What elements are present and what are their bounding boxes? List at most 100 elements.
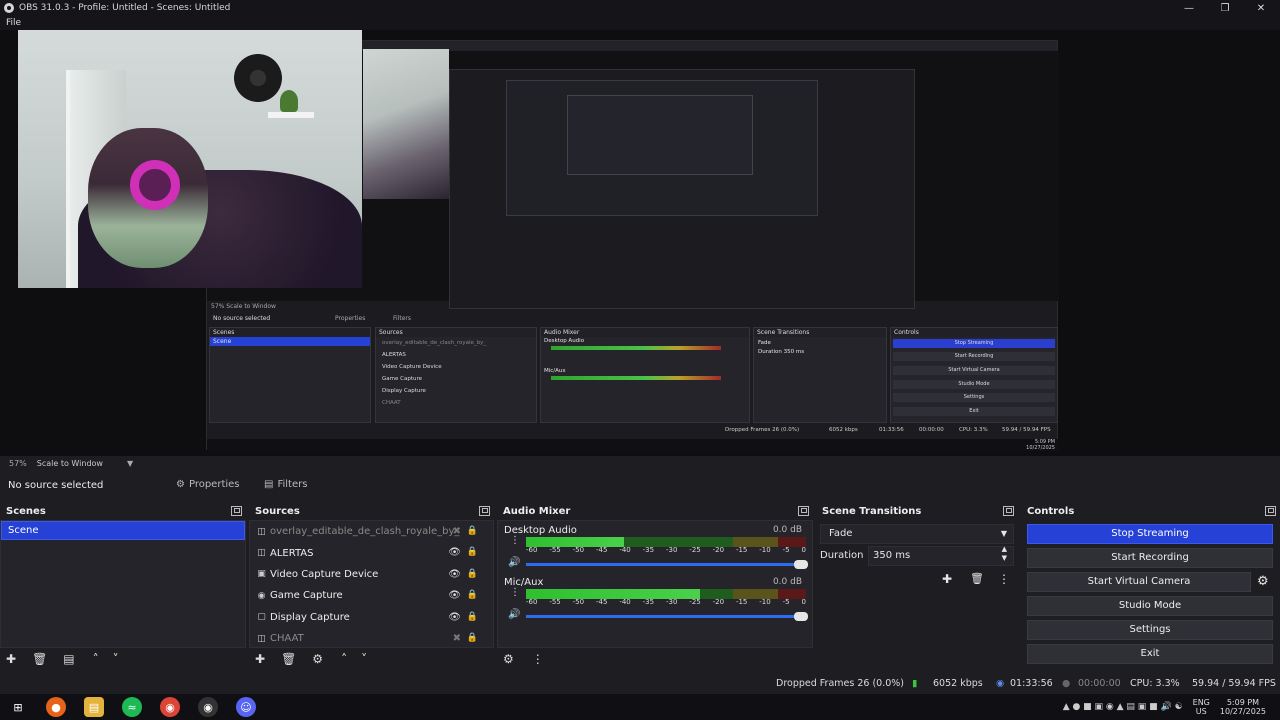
gear-icon[interactable]: ⚙ — [312, 652, 323, 666]
lock-icon[interactable]: 🔒 — [467, 590, 478, 600]
add-icon[interactable]: ✚ — [942, 572, 952, 586]
undock-icon[interactable] — [1003, 506, 1014, 516]
preview-canvas[interactable]: 57% Scale to Window No source selected P… — [0, 30, 1280, 456]
source-item[interactable]: ◉ Game Capture 👁 🔒 — [250, 585, 493, 606]
discord-icon[interactable]: ☺ — [236, 697, 256, 717]
gear-icon[interactable]: ⚙ — [1257, 574, 1269, 589]
chevron-down-icon[interactable]: ▼ — [127, 459, 133, 468]
bitrate: 6052 kbps — [933, 678, 983, 689]
stop-streaming-button[interactable]: Stop Streaming — [1027, 524, 1273, 544]
trash-icon[interactable]: 🗑 — [32, 652, 47, 666]
eye-icon[interactable]: 👁 — [448, 569, 461, 580]
volume-slider[interactable] — [526, 560, 808, 569]
nested-meter — [551, 376, 721, 380]
studio-mode-button[interactable]: Studio Mode — [1027, 596, 1273, 616]
settings-button[interactable]: Settings — [1027, 620, 1273, 640]
file-explorer-icon[interactable]: ▤ — [84, 697, 104, 717]
slider-knob[interactable] — [794, 560, 808, 569]
spin-arrows-icon[interactable]: ▲ ▼ — [1002, 545, 1007, 563]
trash-icon[interactable]: 🗑 — [281, 652, 296, 666]
lock-icon[interactable]: 🔒 — [467, 569, 478, 579]
firefox-icon[interactable]: ● — [46, 697, 66, 717]
eye-hidden-icon[interactable]: ✖ — [453, 633, 461, 644]
speaker-icon[interactable]: 🔊 — [508, 557, 520, 568]
properties-button[interactable]: ⚙ Properties — [176, 479, 240, 490]
spotify-icon[interactable]: ≈ — [122, 697, 142, 717]
eye-icon[interactable]: 👁 — [448, 612, 461, 623]
kebab-menu-icon[interactable]: ⋮ — [510, 535, 520, 546]
scale-mode-dropdown[interactable]: Scale to Window — [37, 459, 103, 468]
gear-icon[interactable]: ⚙ — [503, 652, 514, 666]
eye-icon[interactable]: 👁 — [448, 547, 461, 558]
undock-icon[interactable] — [1265, 506, 1276, 516]
windows-taskbar: ⊞ ● ▤ ≈ ◉ ◉ ☺ ▲ ● ■ ▣ ◉ ▲ ▤ ▣ ■ 🔊 ☯ ENG U… — [0, 694, 1280, 720]
chevron-down-icon[interactable]: ˅ — [361, 652, 367, 666]
eye-icon[interactable]: 👁 — [448, 590, 461, 601]
browser-icon: ◫ — [257, 548, 266, 559]
lock-icon[interactable]: 🔒 — [467, 612, 478, 622]
start-virtual-camera-button[interactable]: Start Virtual Camera — [1027, 572, 1251, 592]
undock-icon[interactable] — [798, 506, 809, 516]
chevron-up-icon[interactable]: ˄ — [93, 652, 99, 666]
source-item[interactable]: ◫ overlay_editable_de_clash_royale_by_ ✖ 🔒 — [250, 521, 493, 542]
source-item[interactable]: ◫ ALERTAS 👁 🔒 — [250, 542, 493, 563]
filters-button[interactable]: ▤ Filters — [264, 479, 307, 490]
stream-time: 01:33:56 — [1010, 678, 1053, 689]
dropped-frames: Dropped Frames 26 (0.0%) — [776, 678, 905, 689]
chevron-down-icon[interactable]: ˅ — [113, 652, 119, 666]
obs-taskbar-icon[interactable]: ◉ — [198, 697, 218, 717]
minimize-button[interactable]: — — [1174, 0, 1204, 16]
trash-icon[interactable]: 🗑 — [970, 572, 984, 585]
source-item[interactable]: ▢ Display Capture 👁 🔒 — [250, 607, 493, 628]
scale-tick: -50 — [572, 546, 585, 554]
signal-icon: ▮ — [912, 678, 918, 689]
kebab-menu-icon[interactable]: ⋮ — [510, 587, 520, 598]
add-icon[interactable]: ✚ — [255, 652, 265, 666]
chrome-icon[interactable]: ◉ — [160, 697, 180, 717]
nested-status: Dropped Frames 26 (0.0%) 6052 kbps 01:33… — [725, 427, 1051, 433]
maximize-button[interactable]: ❐ — [1210, 0, 1240, 16]
kebab-menu-icon[interactable]: ⋮ — [532, 652, 544, 666]
clock[interactable]: 5:09 PM 10/27/2025 — [1220, 698, 1266, 716]
record-time: 00:00:00 — [1078, 678, 1121, 689]
nested-btn: Studio Mode — [893, 380, 1055, 389]
window-title: OBS 31.0.3 - Profile: Untitled - Scenes:… — [19, 3, 231, 13]
record-icon: ● — [1062, 678, 1071, 689]
scale-tick: -35 — [642, 598, 655, 606]
tray-icons[interactable]: ▲ ● ■ ▣ ◉ ▲ ▤ ▣ ■ 🔊 ☯ — [1063, 702, 1183, 712]
scene-item[interactable]: Scene — [1, 521, 245, 540]
duration-spinbox[interactable]: 350 ms ▲ ▼ — [868, 545, 1014, 566]
filter-icon[interactable]: ▤ — [63, 652, 74, 666]
nested-controls-title: Controls — [891, 328, 1057, 337]
exit-button[interactable]: Exit — [1027, 644, 1273, 664]
eye-hidden-icon[interactable]: ✖ — [453, 526, 461, 537]
kebab-menu-icon[interactable]: ⋮ — [998, 572, 1010, 586]
slider-knob[interactable] — [794, 612, 808, 621]
zoom-bar: 57% Scale to Window ▼ — [0, 456, 1280, 470]
lock-icon[interactable]: 🔒 — [467, 526, 478, 536]
zoom-level: 57% — [9, 458, 27, 468]
undock-icon[interactable] — [231, 506, 242, 516]
lock-icon[interactable]: 🔒 — [467, 633, 478, 643]
add-icon[interactable]: ✚ — [6, 652, 16, 666]
chevron-up-icon[interactable]: ˄ — [341, 652, 347, 666]
meter-scale: -60 -55 -50 -45 -40 -35 -30 -25 -20 -15 -10 -5 0 — [526, 546, 806, 554]
undock-icon[interactable] — [479, 506, 490, 516]
nested-level2 — [449, 69, 915, 309]
transition-select[interactable]: Fade ▼ — [820, 524, 1014, 544]
close-button[interactable]: ✕ — [1246, 0, 1276, 16]
lock-icon[interactable]: 🔒 — [467, 547, 478, 557]
language-indicator[interactable]: ENG US — [1193, 698, 1210, 716]
start-recording-button[interactable]: Start Recording — [1027, 548, 1273, 568]
nested-ch2: Mic/Aux — [544, 368, 566, 374]
windows-start-icon[interactable]: ⊞ — [8, 697, 28, 717]
source-item[interactable]: ▣ Video Capture Device 👁 🔒 — [250, 564, 493, 585]
speaker-icon[interactable]: 🔊 — [508, 609, 520, 620]
sources-dock: Sources ◫ overlay_editable_de_clash_royal… — [249, 502, 494, 670]
nested-transitions-title: Scene Transitions — [754, 328, 886, 337]
headset — [130, 160, 180, 210]
controls-dock: Controls Stop Streaming Start Recording … — [1021, 502, 1280, 670]
source-item[interactable]: ◫ CHAAT ✖ 🔒 — [250, 628, 493, 649]
volume-slider[interactable] — [526, 612, 808, 621]
menu-file[interactable]: File — [6, 18, 21, 28]
